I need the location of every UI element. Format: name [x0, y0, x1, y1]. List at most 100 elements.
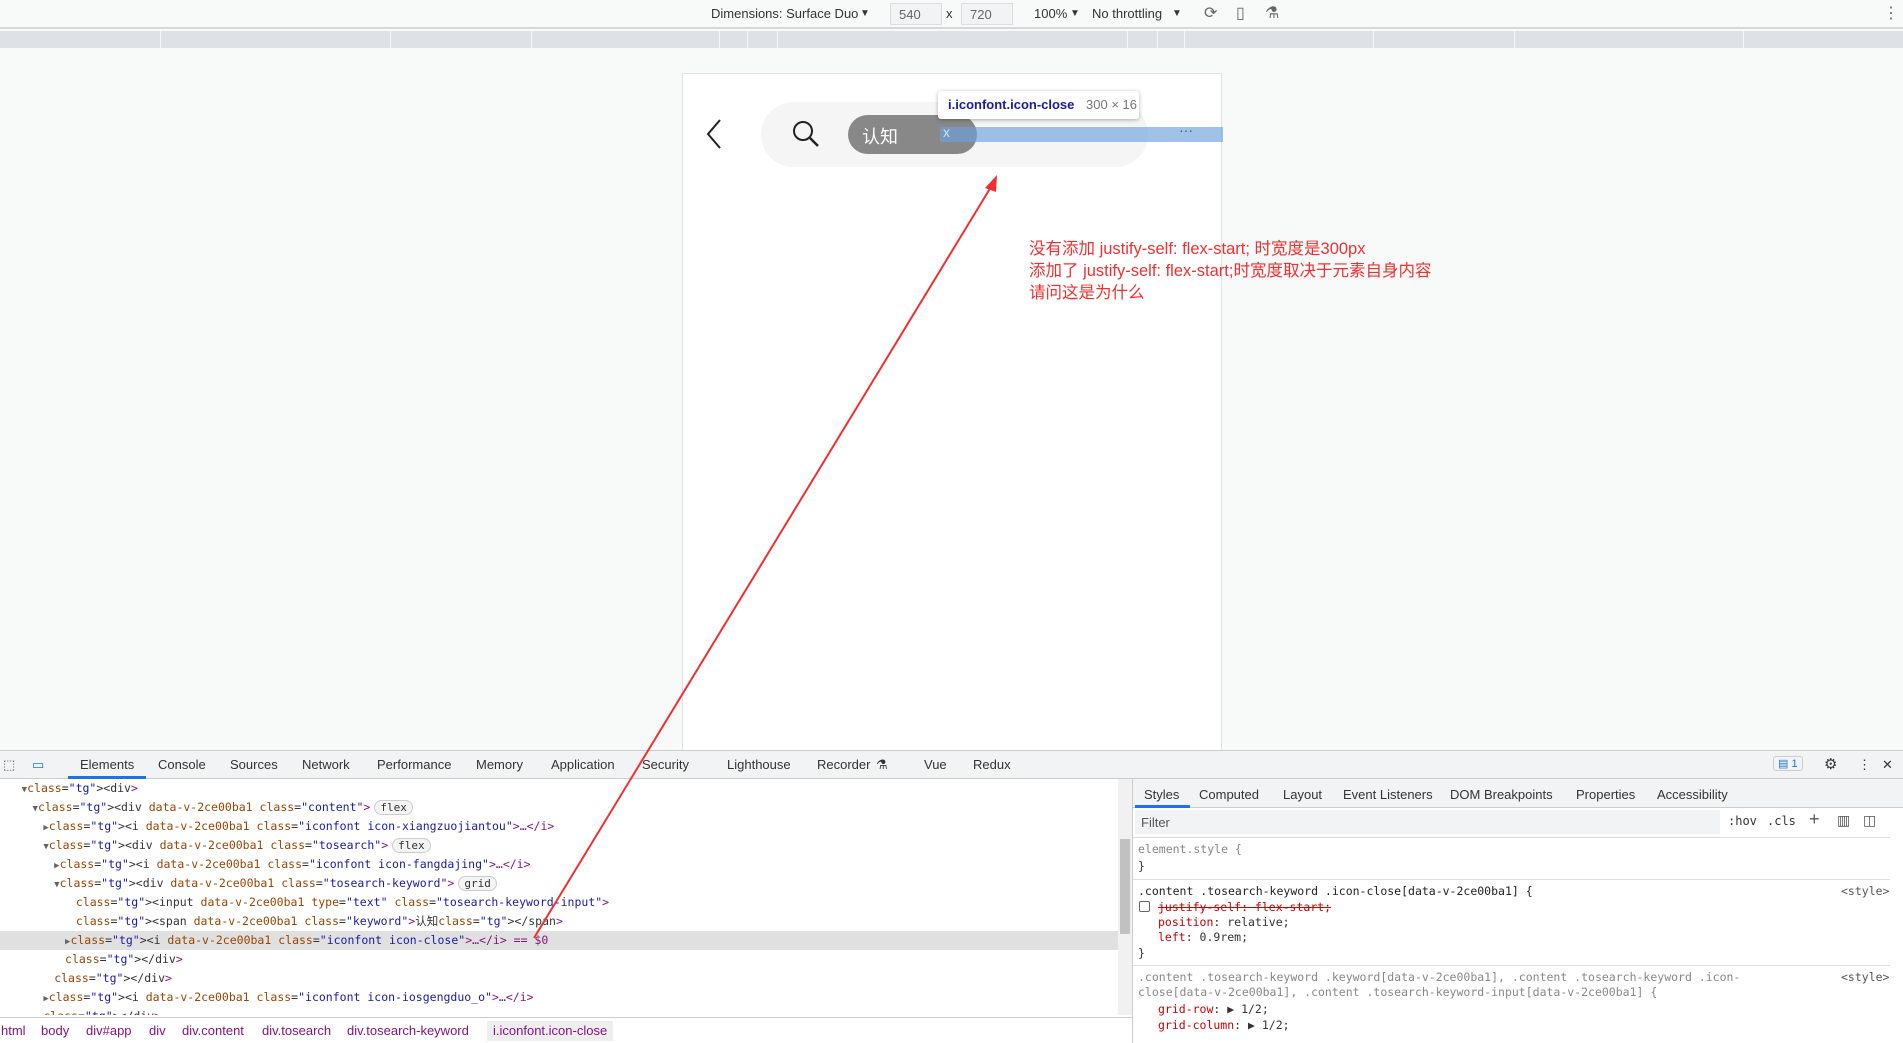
tab-elements[interactable]: Elements: [80, 757, 134, 772]
node-tail: …</i>: [498, 990, 534, 1004]
property-value[interactable]: : relative;: [1213, 915, 1289, 929]
node-markup: class="tg"></div>: [43, 1009, 161, 1015]
rotate-icon[interactable]: ⟳: [1204, 3, 1217, 23]
settings-icon[interactable]: ⚙: [1824, 755, 1837, 773]
layout-badge[interactable]: flex: [374, 800, 413, 815]
issues-count: 1: [1791, 758, 1798, 770]
media-query-bar[interactable]: [0, 31, 1903, 48]
tab-memory[interactable]: Memory: [476, 757, 523, 772]
hov-toggle[interactable]: :hov: [1728, 814, 1757, 828]
close-icon[interactable]: x: [943, 124, 950, 140]
inspect-element-icon[interactable]: ⬚: [3, 757, 15, 773]
breadcrumb-item[interactable]: div: [149, 1023, 166, 1038]
search-icon[interactable]: [791, 119, 821, 149]
styles-tab-event-listeners[interactable]: Event Listeners: [1343, 787, 1433, 802]
styles-tab-layout[interactable]: Layout: [1283, 787, 1322, 802]
caret-down-icon[interactable]: ▼: [0, 804, 38, 814]
dom-tree-node[interactable]: class="tg"></div>: [0, 969, 1118, 988]
elements-scrollbar[interactable]: [1118, 779, 1132, 1015]
back-arrow-icon[interactable]: [705, 118, 725, 150]
breadcrumb-item[interactable]: body: [41, 1023, 69, 1038]
styles-tab-accessibility[interactable]: Accessibility: [1657, 787, 1728, 802]
property-value[interactable]: : 0.9rem;: [1186, 930, 1248, 944]
tab-performance[interactable]: Performance: [377, 757, 451, 772]
layout-badge[interactable]: flex: [392, 838, 431, 853]
width-input[interactable]: 540: [890, 3, 942, 25]
dom-tree-node[interactable]: class="tg"></div>: [0, 1007, 1118, 1015]
tab-lighthouse[interactable]: Lighthouse: [727, 757, 791, 772]
rule-source-link[interactable]: <style>: [1841, 969, 1889, 986]
styles-tab-properties[interactable]: Properties: [1576, 787, 1635, 802]
issues-badge[interactable]: ▤ 1: [1773, 756, 1803, 771]
rule-selector[interactable]: .content .tosearch-keyword .icon-close[d…: [1138, 883, 1533, 900]
dom-tree-node[interactable]: class="tg"><input data-v-2ce00ba1 type="…: [0, 893, 1118, 912]
device-toggle-icon[interactable]: ▭: [32, 757, 44, 773]
rule-selector[interactable]: close[data-v-2ce00ba1], .content .tosear…: [1138, 984, 1657, 1001]
dom-tree-node[interactable]: ▶class="tg"><i data-v-2ce00ba1 class="ic…: [0, 931, 1118, 950]
more-icon[interactable]: ···: [1179, 122, 1193, 138]
caret-down-icon[interactable]: ▼: [0, 880, 59, 890]
more-options-icon[interactable]: ⋮: [1858, 757, 1871, 773]
dimensions-select[interactable]: Dimensions: Surface Duo: [711, 6, 858, 21]
tab-redux[interactable]: Redux: [973, 757, 1011, 772]
caret-right-icon[interactable]: ▶: [0, 937, 70, 947]
tab-vue[interactable]: Vue: [924, 757, 947, 772]
styles-filter-input[interactable]: Filter: [1135, 810, 1720, 834]
breadcrumb-item[interactable]: div#app: [86, 1023, 132, 1038]
zoom-select[interactable]: 100%: [1034, 6, 1067, 21]
styles-tab-computed[interactable]: Computed: [1199, 787, 1259, 802]
height-input[interactable]: 720: [961, 3, 1013, 25]
tooltip-element-name: i.iconfont.icon-close: [948, 97, 1075, 112]
rule-source-link[interactable]: <style>: [1841, 883, 1889, 900]
property-name[interactable]: position: [1158, 915, 1213, 929]
dom-tree-node[interactable]: ▼class="tg"><div data-v-2ce00ba1 class="…: [0, 874, 1118, 893]
tab-security[interactable]: Security: [642, 757, 689, 772]
caret-down-icon[interactable]: ▼: [0, 842, 48, 852]
property-value[interactable]: : ▶ 1/2;: [1234, 1018, 1289, 1032]
more-options-icon[interactable]: ⋮: [1883, 3, 1899, 23]
paint-roller-icon[interactable]: ▥: [1837, 812, 1850, 829]
tab-console[interactable]: Console: [158, 757, 206, 772]
dom-tree-node[interactable]: ▶class="tg"><i data-v-2ce00ba1 class="ic…: [0, 855, 1118, 874]
dom-tree-node[interactable]: class="tg"><span data-v-2ce00ba1 class="…: [0, 912, 1118, 931]
caret-right-icon[interactable]: ▶: [0, 823, 48, 833]
breadcrumb-item[interactable]: i.iconfont.icon-close: [487, 1021, 614, 1041]
new-rule-icon[interactable]: +: [1809, 809, 1820, 830]
node-markup: class="tg"><div data-v-2ce00ba1 class="c…: [37, 800, 371, 814]
caret-down-icon[interactable]: ▼: [0, 785, 27, 795]
node-markup: class="tg"><i data-v-2ce00ba1 class="ico…: [48, 819, 520, 833]
dom-tree-node[interactable]: ▼class="tg"><div data-v-2ce00ba1 class="…: [0, 798, 1118, 817]
styles-tab-styles[interactable]: Styles: [1144, 787, 1179, 802]
caret-right-icon[interactable]: ▶: [0, 861, 59, 871]
flask-icon[interactable]: ⚗: [1265, 3, 1279, 23]
property-name[interactable]: left: [1158, 930, 1186, 944]
styles-tab-dom-breakpoints[interactable]: DOM Breakpoints: [1450, 787, 1553, 802]
sidebar-toggle-icon[interactable]: ◫: [1863, 812, 1876, 829]
breadcrumb-item[interactable]: html: [1, 1023, 26, 1038]
dom-tree-node[interactable]: ▶class="tg"><i data-v-2ce00ba1 class="ic…: [0, 988, 1118, 1007]
dom-tree-node[interactable]: ▼class="tg"><div>: [0, 779, 1118, 798]
breadcrumb-item[interactable]: div.tosearch: [262, 1023, 331, 1038]
element-style-rule[interactable]: element.style {: [1138, 841, 1242, 858]
dom-tree-node[interactable]: ▼class="tg"><div data-v-2ce00ba1 class="…: [0, 836, 1118, 855]
dom-tree-node[interactable]: class="tg"></div>: [0, 950, 1118, 969]
dom-tree-node[interactable]: ▶class="tg"><i data-v-2ce00ba1 class="ic…: [0, 817, 1118, 836]
caret-right-icon[interactable]: ▶: [0, 994, 48, 1004]
breadcrumb-item[interactable]: div.tosearch-keyword: [347, 1023, 469, 1038]
close-devtools-icon[interactable]: ✕: [1882, 757, 1893, 773]
property-name[interactable]: grid-row: [1158, 1002, 1213, 1016]
tab-sources[interactable]: Sources: [230, 757, 278, 772]
layout-badge[interactable]: grid: [458, 876, 497, 891]
breadcrumb-item[interactable]: div.content: [182, 1023, 244, 1038]
property-checkbox[interactable]: [1139, 901, 1150, 912]
property-value[interactable]: : ▶ 1/2;: [1213, 1002, 1268, 1016]
dual-screen-icon[interactable]: ▯: [1236, 3, 1245, 23]
tab-network[interactable]: Network: [302, 757, 350, 772]
cls-toggle[interactable]: .cls: [1767, 814, 1796, 828]
tab-application[interactable]: Application: [551, 757, 615, 772]
throttling-select[interactable]: No throttling: [1092, 6, 1162, 21]
property-name[interactable]: grid-column: [1158, 1018, 1234, 1032]
breadcrumb: html body div#app div div.content div.tosearc…: [0, 1017, 1132, 1043]
tab-recorder[interactable]: Recorder: [817, 757, 870, 772]
